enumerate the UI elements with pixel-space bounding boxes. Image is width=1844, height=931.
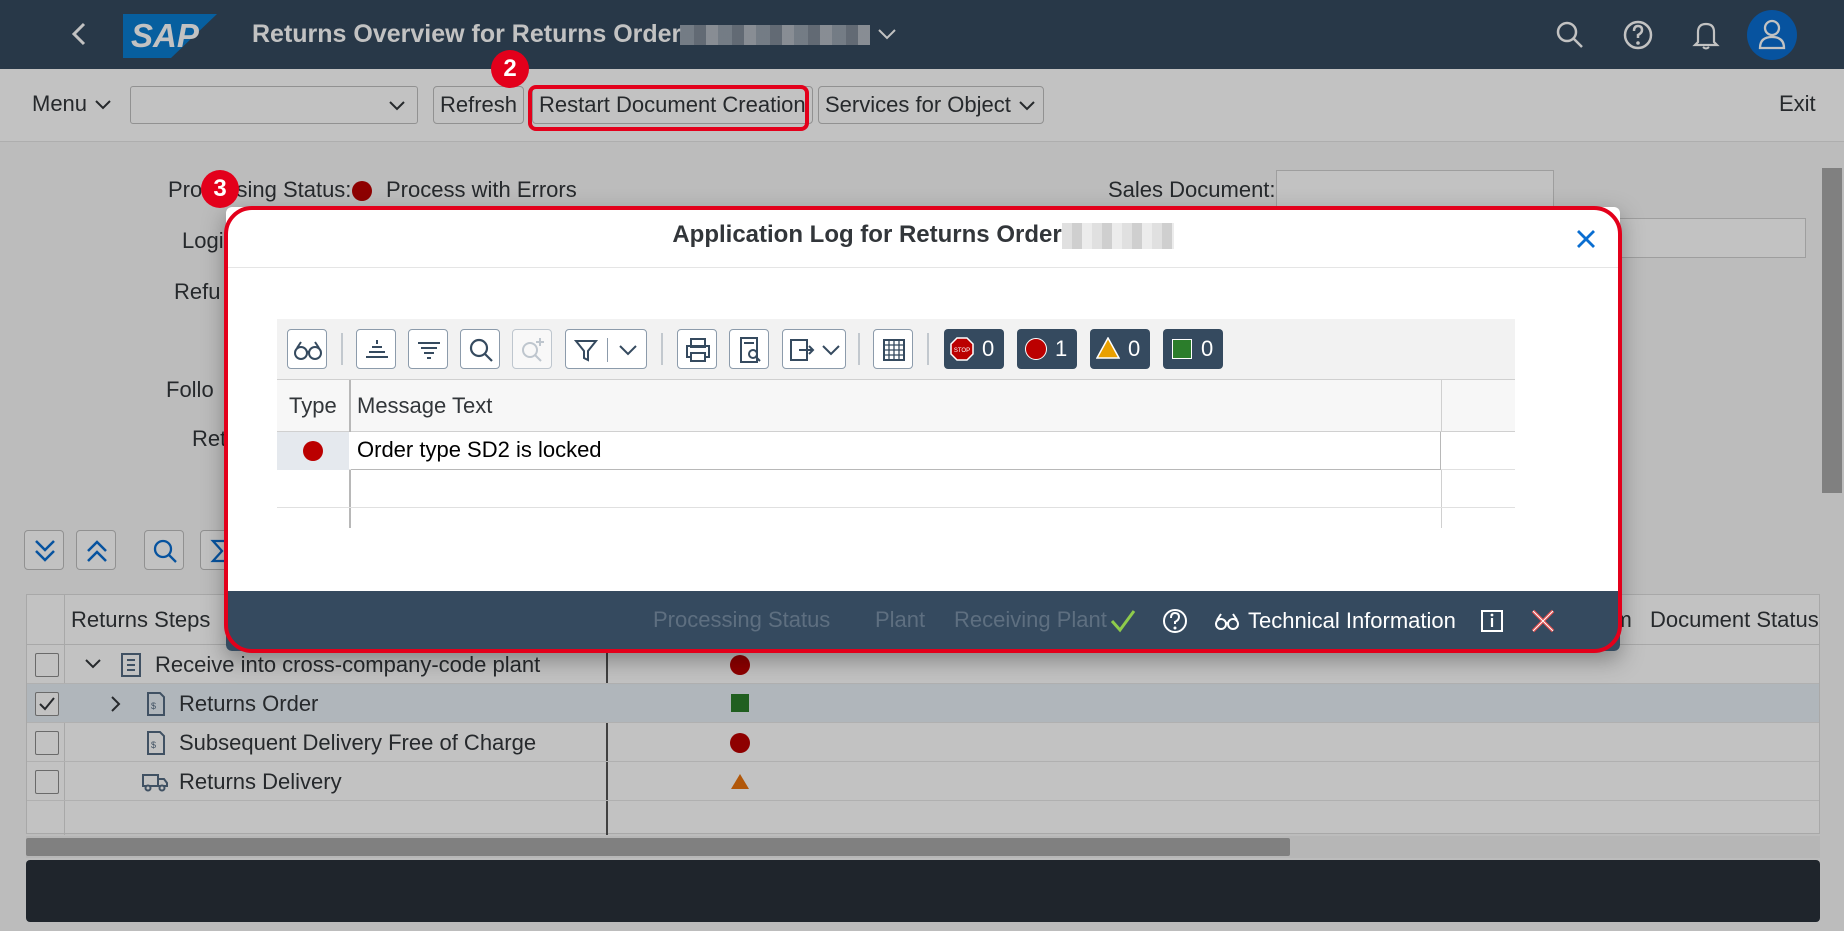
highlight-box <box>528 85 809 131</box>
step-badge: 3 <box>201 170 239 208</box>
highlight-box <box>224 206 1622 653</box>
step-badge: 2 <box>491 50 529 88</box>
